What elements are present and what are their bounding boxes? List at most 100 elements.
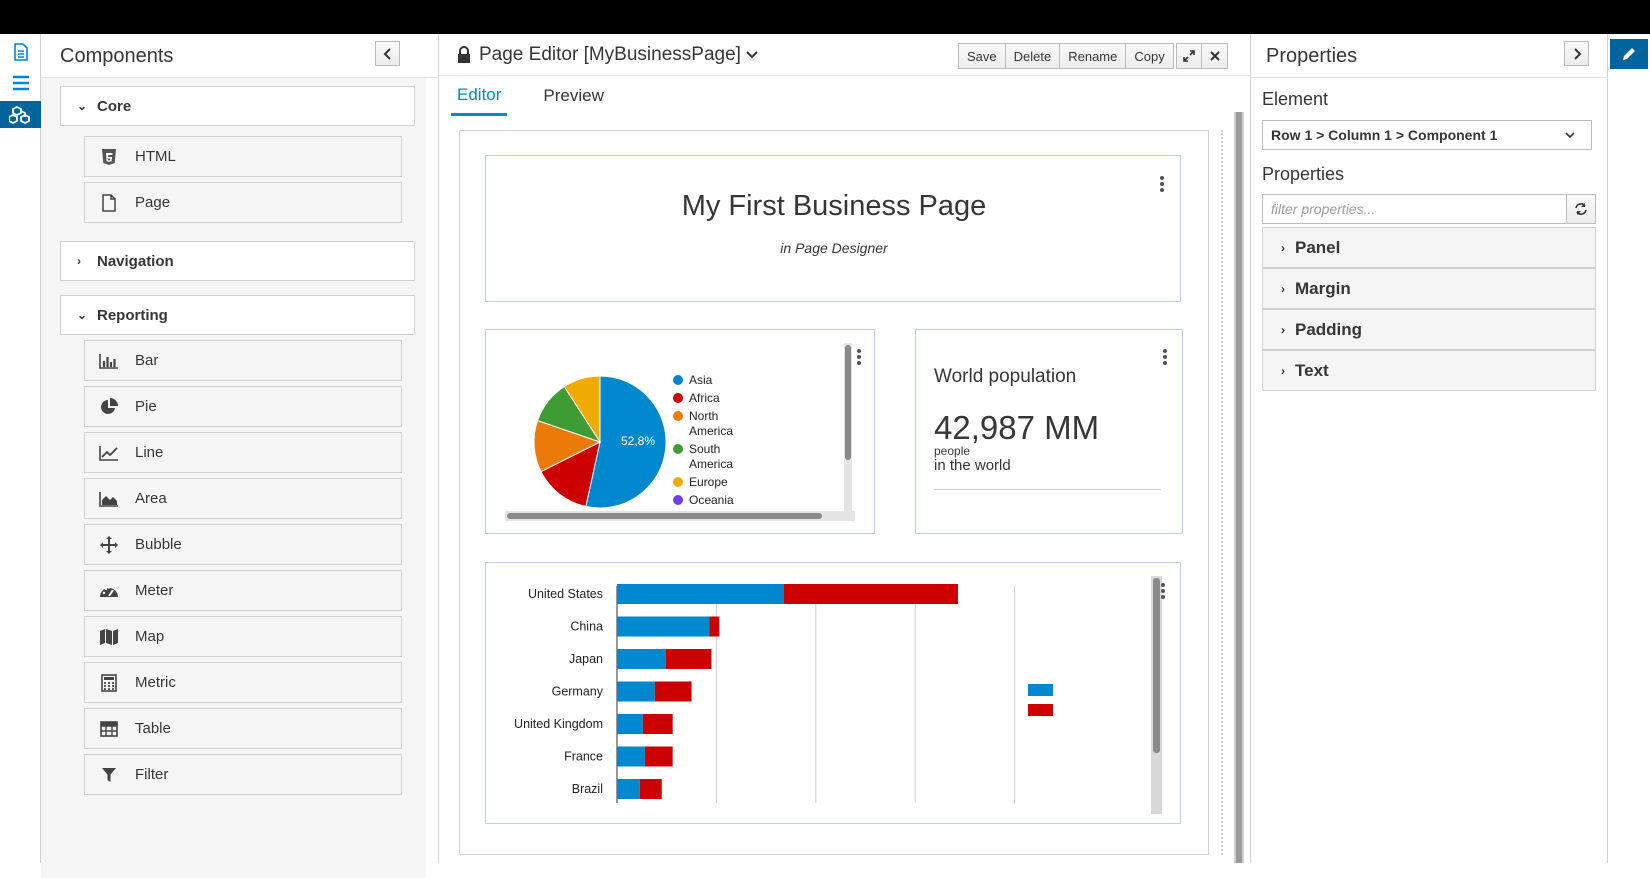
- delete-button[interactable]: Delete: [1005, 43, 1061, 69]
- group-navigation[interactable]: › Navigation: [60, 241, 415, 281]
- category-label: United Kingdom: [514, 717, 603, 731]
- bar-segment[interactable]: [654, 681, 692, 702]
- kebab-menu-icon[interactable]: [1161, 583, 1165, 599]
- collapse-left-button[interactable]: [375, 41, 400, 66]
- group-reporting[interactable]: ⌄ Reporting: [60, 295, 415, 335]
- legend-item[interactable]: Europe: [689, 475, 728, 489]
- component-table-label: Table: [135, 720, 171, 737]
- collapse-right-button[interactable]: [1564, 41, 1589, 66]
- bar-scrollbar-v[interactable]: [1151, 576, 1162, 814]
- legend-item[interactable]: Asia: [689, 373, 713, 387]
- chevron-right-icon: ›: [77, 254, 81, 268]
- arrows-icon: [97, 535, 121, 555]
- component-pie[interactable]: Pie: [84, 386, 402, 427]
- property-section-label: Margin: [1295, 278, 1351, 298]
- bar-chart-component[interactable]: United States China Japan Germany United Kin…: [485, 562, 1181, 824]
- legend-marker[interactable]: [1028, 704, 1053, 716]
- legend-item[interactable]: Oceania: [689, 493, 734, 507]
- component-map[interactable]: Map: [84, 616, 402, 657]
- pie-scrollbar-v[interactable]: [844, 343, 852, 513]
- pie-chart: 52,8% Asia Africa North America South America E…: [533, 373, 734, 509]
- component-line-label: Line: [135, 444, 164, 461]
- property-section-padding[interactable]: › Padding: [1262, 309, 1596, 350]
- copy-button[interactable]: Copy: [1126, 43, 1174, 69]
- component-bubble[interactable]: Bubble: [84, 524, 402, 565]
- component-table[interactable]: Table: [84, 708, 402, 749]
- chevron-down-icon[interactable]: [746, 51, 758, 59]
- component-area-label: Area: [135, 490, 167, 507]
- group-core-label: Core: [97, 97, 132, 115]
- kebab-menu-icon[interactable]: [1163, 349, 1167, 365]
- metric-component[interactable]: World population 42,987 MM people in the…: [915, 329, 1183, 534]
- property-section-text[interactable]: › Text: [1262, 350, 1596, 391]
- bar-segment[interactable]: [617, 681, 655, 702]
- legend-marker[interactable]: [1028, 684, 1053, 696]
- property-section-panel[interactable]: › Panel: [1262, 227, 1596, 268]
- category-label: Japan: [569, 652, 603, 666]
- component-line[interactable]: Line: [84, 432, 402, 473]
- properties-header: Properties: [1251, 34, 1608, 78]
- maximize-button[interactable]: [1176, 43, 1202, 69]
- save-button[interactable]: Save: [958, 43, 1006, 69]
- component-meter[interactable]: Meter: [84, 570, 402, 611]
- pie-chart-component[interactable]: 52,8% Asia Africa North America South America E…: [485, 329, 875, 534]
- canvas-guide: [1221, 130, 1223, 855]
- component-filter[interactable]: Filter: [84, 754, 402, 795]
- kebab-menu-icon[interactable]: [857, 349, 861, 365]
- legend-item[interactable]: North America: [689, 409, 733, 438]
- category-label: France: [564, 750, 603, 764]
- bar-segment[interactable]: [617, 616, 710, 637]
- category-label: China: [570, 620, 603, 634]
- category-label: Germany: [552, 685, 604, 699]
- editor-scrollbar[interactable]: [1234, 112, 1244, 863]
- list-icon[interactable]: [0, 69, 41, 96]
- metric-divider: [934, 489, 1161, 490]
- group-core[interactable]: ⌄ Core: [60, 86, 415, 126]
- pie-scrollbar-h[interactable]: [505, 511, 855, 521]
- chevron-right-icon: ›: [1281, 240, 1285, 255]
- chevron-right-icon: ›: [1281, 363, 1285, 378]
- components-panel: Components ⌄ Core HTML Page › Navigation…: [41, 34, 439, 878]
- legend-item[interactable]: Africa: [689, 391, 720, 405]
- header-component[interactable]: My First Business Page in Page Designer: [485, 155, 1181, 302]
- bar-segment[interactable]: [665, 649, 712, 669]
- bar-segment[interactable]: [617, 779, 640, 799]
- filter-properties-input[interactable]: filter properties...: [1262, 194, 1567, 224]
- element-select-value: Row 1 > Column 1 > Component 1: [1271, 127, 1498, 143]
- bar-segment[interactable]: [617, 649, 666, 669]
- bar-segment[interactable]: [617, 584, 784, 604]
- component-html[interactable]: HTML: [84, 136, 402, 177]
- bar-segment[interactable]: [709, 616, 720, 637]
- components-title: Components: [60, 45, 174, 67]
- tab-editor[interactable]: Editor: [451, 76, 508, 116]
- cubes-icon[interactable]: [0, 101, 41, 128]
- component-metric-label: Metric: [135, 674, 176, 691]
- component-bar[interactable]: Bar: [84, 340, 402, 381]
- bar-segment[interactable]: [639, 779, 662, 799]
- bar-segment[interactable]: [644, 746, 673, 767]
- tab-preview[interactable]: Preview: [537, 76, 609, 116]
- group-reporting-label: Reporting: [97, 306, 168, 324]
- legend-item[interactable]: South America: [689, 442, 733, 471]
- rename-button[interactable]: Rename: [1060, 43, 1127, 69]
- element-select[interactable]: Row 1 > Column 1 > Component 1: [1262, 120, 1592, 150]
- legend-marker: [673, 477, 683, 487]
- property-section-margin[interactable]: › Margin: [1262, 268, 1596, 309]
- properties-panel: Properties Element Row 1 > Column 1 > Co…: [1251, 34, 1608, 863]
- bar-segment[interactable]: [617, 714, 643, 734]
- bar-segment[interactable]: [642, 714, 673, 734]
- close-button[interactable]: [1202, 43, 1228, 69]
- properties-toggle-button[interactable]: [1610, 39, 1648, 69]
- document-icon[interactable]: [0, 38, 41, 65]
- component-metric[interactable]: Metric: [84, 662, 402, 703]
- refresh-button[interactable]: [1566, 194, 1596, 224]
- properties-label: Properties: [1262, 164, 1345, 184]
- component-page[interactable]: Page: [84, 182, 402, 223]
- bar-segment[interactable]: [783, 584, 958, 604]
- bar-segment[interactable]: [617, 746, 645, 767]
- page-editor: Page Editor [MyBusinessPage] Save Delete…: [439, 34, 1251, 863]
- kebab-menu-icon[interactable]: [1160, 176, 1164, 192]
- component-area[interactable]: Area: [84, 478, 402, 519]
- metric-caption: in the world: [934, 457, 1011, 474]
- component-page-label: Page: [135, 194, 171, 211]
